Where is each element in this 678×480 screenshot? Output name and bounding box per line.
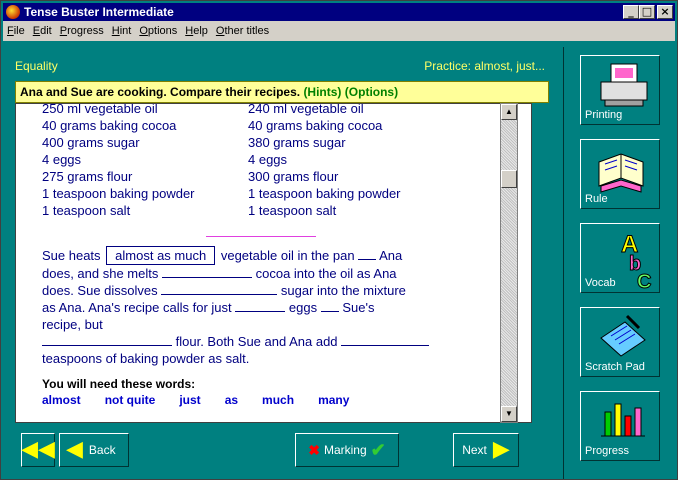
gap-field[interactable] (161, 283, 278, 295)
answer-field[interactable]: almost as much (106, 246, 216, 265)
text-segment: teaspoons of baking powder as salt. (42, 351, 250, 366)
recipe-line: 300 grams flour (248, 169, 339, 184)
next-label: Next (462, 443, 487, 457)
exercise-header: Equality Practice: almost, just... (15, 59, 545, 75)
app-window: Tense Buster Intermediate _ □ × File Edi… (0, 0, 678, 480)
rule-label: Rule (585, 193, 608, 205)
rewind-icon: ◀◀ (21, 437, 55, 462)
recipe-ana: 240 ml vegetable oil 40 grams baking coc… (248, 103, 401, 219)
title-bar: Tense Buster Intermediate _ □ × (3, 3, 675, 21)
recipe-line: 250 ml vegetable oil (42, 103, 158, 116)
text-segment: vegetable oil in the pan (220, 248, 355, 263)
cross-icon: ✖ (308, 441, 320, 458)
marking-button[interactable]: ✖ Marking ✔ (295, 433, 399, 467)
maximize-button[interactable]: □ (639, 5, 655, 19)
scroll-thumb[interactable] (501, 170, 517, 188)
vocab-button[interactable]: A b C Vocab (580, 223, 660, 293)
printing-label: Printing (585, 109, 623, 121)
gap-field[interactable] (358, 248, 377, 260)
back-label: Back (88, 443, 116, 457)
window-title: Tense Buster Intermediate (24, 5, 174, 19)
menu-progress[interactable]: Progress (60, 25, 104, 37)
menu-edit[interactable]: Edit (33, 25, 52, 37)
word-item[interactable]: as (225, 393, 238, 407)
word-item[interactable]: almost (42, 393, 81, 407)
text-segment: does, and she melts (42, 266, 159, 281)
recipe-line: 240 ml vegetable oil (248, 103, 364, 116)
minimize-button[interactable]: _ (623, 5, 639, 19)
text-segment: cocoa into the oil as Ana (255, 266, 397, 281)
word-bank-title: You will need these words: (42, 377, 196, 391)
hints-link[interactable]: (Hints) (303, 85, 341, 99)
scroll-up-button[interactable]: ▲ (501, 104, 517, 120)
menu-help[interactable]: Help (185, 25, 208, 37)
scratch-pad-button[interactable]: Scratch Pad (580, 307, 660, 377)
gap-field[interactable] (161, 266, 252, 278)
text-segment: Ana (379, 248, 403, 263)
recipe-line: 40 grams baking cocoa (42, 118, 177, 133)
app-icon (6, 5, 20, 19)
text-segment: sugar into the mixture (280, 283, 406, 298)
text-segment: flour. Both Sue and Ana add (175, 334, 338, 349)
recipe-line: 275 grams flour (42, 169, 133, 184)
menu-options[interactable]: Options (139, 25, 177, 37)
gap-field[interactable] (341, 334, 430, 346)
navigation-bar: ◀◀ ◀ Back ✖ Marking ✔ Next ▶ (15, 433, 549, 473)
divider (206, 236, 316, 237)
menu-file[interactable]: File (7, 25, 25, 37)
word-item[interactable]: not quite (105, 393, 156, 407)
instruction-text: Ana and Sue are cooking. Compare their r… (20, 85, 301, 99)
back-button[interactable]: ◀ Back (59, 433, 129, 467)
recipe-line: 4 eggs (42, 152, 82, 167)
first-button[interactable]: ◀◀ (21, 433, 55, 467)
vocab-label: Vocab (585, 277, 616, 289)
instruction-bar: Ana and Sue are cooking. Compare their r… (15, 81, 549, 103)
rule-button[interactable]: Rule (580, 139, 660, 209)
options-link[interactable]: (Options) (345, 85, 398, 99)
next-button[interactable]: Next ▶ (453, 433, 519, 467)
practice-label: Practice: almost, just... (424, 59, 545, 73)
text-segment: Sue heats (42, 248, 101, 263)
scroll-down-button[interactable]: ▼ (501, 406, 517, 422)
recipe-line: 1 teaspoon baking powder (248, 186, 401, 201)
word-item[interactable]: many (318, 393, 349, 407)
text-segment: recipe, but (42, 317, 103, 332)
scratch-pad-label: Scratch Pad (585, 361, 645, 373)
tools-panel: Printing Rule A b C Vocab Scratch Pad Pr… (563, 47, 675, 479)
section-title: Equality (15, 59, 58, 73)
recipe-sue: 250 ml vegetable oil 40 grams baking coc… (42, 103, 195, 219)
recipe-line: 40 grams baking cocoa (248, 118, 383, 133)
next-arrow-icon: ▶ (492, 437, 510, 462)
recipe-line: 1 teaspoon salt (248, 203, 337, 218)
progress-button[interactable]: Progress (580, 391, 660, 461)
menu-other-titles[interactable]: Other titles (216, 25, 269, 37)
word-item[interactable]: much (262, 393, 294, 407)
gap-field[interactable] (320, 300, 339, 312)
back-arrow-icon: ◀ (66, 437, 83, 462)
close-button[interactable]: × (657, 5, 673, 19)
checkmark-icon: ✔ (370, 439, 386, 460)
text-segment: Sue's (342, 300, 375, 315)
vertical-scrollbar[interactable]: ▲ ▼ (500, 103, 518, 423)
recipe-line: 4 eggs (248, 152, 288, 167)
word-bank: almost not quite just as much many (42, 393, 373, 407)
recipe-line: 380 grams sugar (248, 135, 346, 150)
exercise-content: 250 ml vegetable oil 40 grams baking coc… (15, 103, 532, 423)
text-segment: eggs (288, 300, 318, 315)
gap-fill-text: Sue heats almost as much vegetable oil i… (42, 246, 482, 367)
text-segment: as Ana. Ana's recipe calls for just (42, 300, 232, 315)
recipe-line: 400 grams sugar (42, 135, 140, 150)
menu-bar: File Edit Progress Hint Options Help Oth… (3, 21, 675, 41)
gap-field[interactable] (42, 334, 172, 346)
marking-label: Marking (323, 443, 367, 457)
text-segment: does. Sue dissolves (42, 283, 158, 298)
recipe-line: 1 teaspoon salt (42, 203, 131, 218)
menu-hint[interactable]: Hint (112, 25, 132, 37)
progress-label: Progress (585, 445, 630, 457)
word-item[interactable]: just (179, 393, 200, 407)
recipe-line: 1 teaspoon baking powder (42, 186, 195, 201)
printing-button[interactable]: Printing (580, 55, 660, 125)
gap-field[interactable] (235, 300, 286, 312)
